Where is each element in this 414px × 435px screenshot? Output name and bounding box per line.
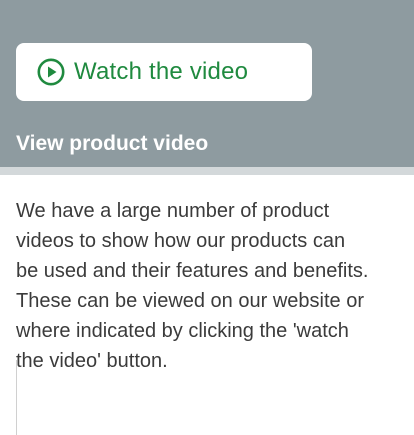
description-line: We have a large number of product: [16, 200, 330, 222]
description-line: be used and their features and benefits.: [16, 260, 369, 282]
panel-title: View product video: [16, 132, 209, 155]
description-line: where indicated by clicking the 'watch: [16, 320, 349, 342]
panel-header: Watch the video View product video: [0, 0, 414, 167]
product-video-panel: Watch the video View product video We ha…: [0, 0, 414, 435]
play-circle-icon: [37, 58, 65, 86]
description-line: videos to show how our products can: [16, 230, 346, 252]
left-border-rule: [16, 360, 17, 435]
description-text: We have a large number of product videos…: [16, 196, 414, 376]
description-line: the video' button.: [16, 350, 168, 372]
watch-video-label: Watch the video: [74, 58, 249, 85]
description-line: These can be viewed on our website or: [16, 290, 364, 312]
header-divider: [0, 167, 414, 175]
watch-video-button[interactable]: Watch the video: [16, 43, 312, 101]
